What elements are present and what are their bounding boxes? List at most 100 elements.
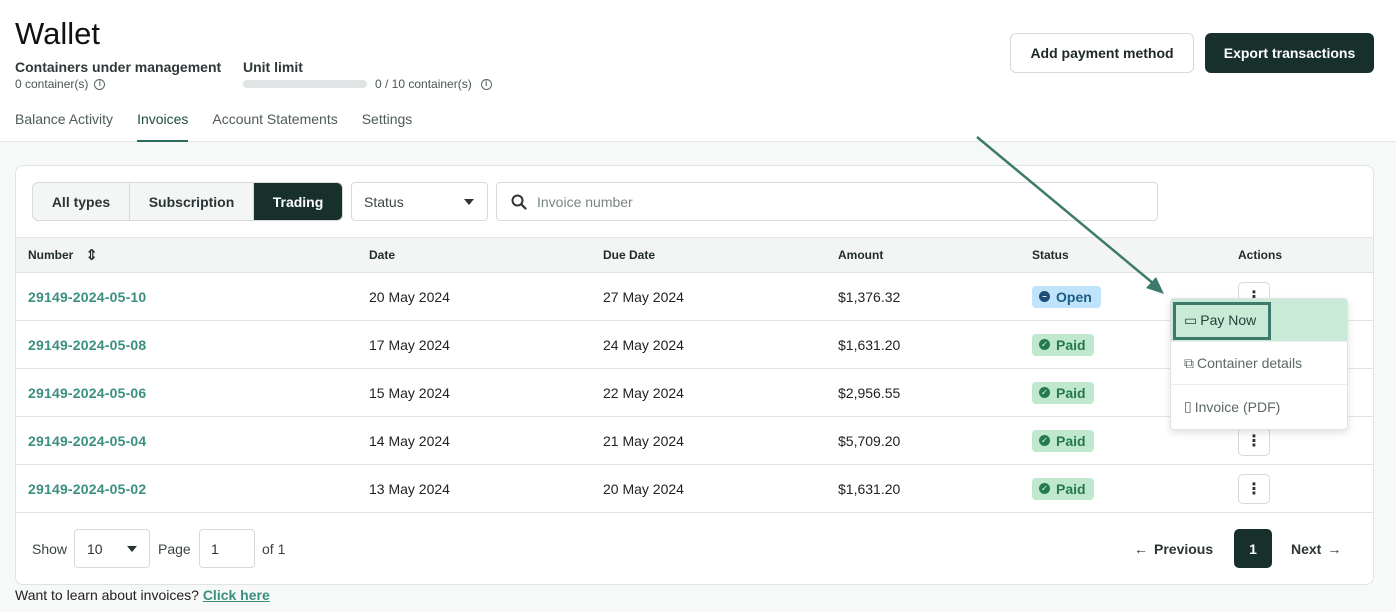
filter-all-types[interactable]: All types — [33, 183, 130, 220]
tab-balance-activity[interactable]: Balance Activity — [15, 111, 113, 142]
status-badge: – Open — [1032, 285, 1101, 308]
tab-account-statements[interactable]: Account Statements — [212, 111, 337, 142]
page-size-value: 10 — [87, 540, 103, 557]
show-label: Show — [32, 541, 68, 557]
invoice-number-link[interactable]: 29149-2024-05-10 — [28, 273, 146, 320]
document-icon: ▯ — [1184, 398, 1192, 414]
table-row: 29149-2024-05-02 13 May 2024 20 May 2024… — [16, 465, 1373, 513]
status-badge-label: Paid — [1056, 432, 1086, 449]
status-badge-label: Paid — [1056, 336, 1086, 353]
column-number-label: Number — [28, 248, 74, 262]
tab-settings[interactable]: Settings — [362, 111, 413, 142]
unit-limit-label: Unit limit — [243, 59, 303, 75]
status-badge: ✓ Paid — [1032, 333, 1094, 356]
unit-limit-count: 0 / 10 container(s) — [375, 77, 472, 91]
more-actions-button[interactable]: ⋮ — [1238, 473, 1270, 504]
invoice-amount: $5,709.20 — [838, 432, 901, 449]
invoice-number-link[interactable]: 29149-2024-05-04 — [28, 417, 146, 464]
info-icon[interactable]: i — [94, 78, 106, 90]
more-actions-button[interactable]: ⋮ — [1238, 425, 1270, 456]
status-badge-label: Open — [1056, 288, 1092, 305]
pagination-bar: Show 10 Page 1 of 1 ← Previous 1 Next → — [16, 513, 1373, 584]
learn-link[interactable]: Click here — [203, 587, 270, 603]
filter-subscription[interactable]: Subscription — [130, 183, 254, 220]
invoice-date: 15 May 2024 — [369, 384, 450, 401]
add-payment-method-button[interactable]: Add payment method — [1010, 33, 1194, 73]
invoice-due-date: 20 May 2024 — [603, 480, 684, 497]
menu-item-container-details[interactable]: ⧉ Container details — [1171, 342, 1347, 385]
invoice-number-input[interactable] — [537, 193, 1137, 210]
page-size-dropdown[interactable]: 10 — [74, 529, 150, 568]
wallet-header: Wallet Containers under management 0 con… — [0, 0, 1396, 142]
menu-item-label: Invoice (PDF) — [1194, 398, 1281, 415]
invoice-number-link[interactable]: 29149-2024-05-08 — [28, 321, 146, 368]
invoice-amount: $1,631.20 — [838, 336, 901, 353]
check-circle-icon: ✓ — [1039, 339, 1050, 350]
invoice-date: 20 May 2024 — [369, 288, 450, 305]
check-circle-icon: ✓ — [1039, 435, 1050, 446]
page-title: Wallet — [15, 16, 100, 51]
invoice-due-date: 22 May 2024 — [603, 384, 684, 401]
column-actions: Actions — [1238, 248, 1283, 262]
containers-count: 0 container(s) — [15, 77, 89, 91]
column-number[interactable]: Number ⇕ — [28, 238, 98, 272]
previous-label: Previous — [1154, 541, 1214, 557]
menu-item-label: Container details — [1197, 355, 1303, 371]
menu-item-label: Pay Now — [1200, 312, 1257, 328]
next-page-button[interactable]: Next → — [1291, 541, 1341, 557]
invoice-due-date: 27 May 2024 — [603, 288, 684, 305]
status-badge: ✓ Paid — [1032, 381, 1094, 404]
filter-trading[interactable]: Trading — [254, 183, 342, 220]
page-button-current[interactable]: 1 — [1234, 529, 1272, 568]
status-cell: ✓ Paid — [1032, 321, 1094, 368]
status-cell: ✓ Paid — [1032, 369, 1094, 416]
invoice-search[interactable] — [496, 182, 1158, 221]
invoice-date: 13 May 2024 — [369, 480, 450, 497]
unit-limit-progress-bar — [243, 80, 367, 88]
status-dropdown[interactable]: Status — [351, 182, 488, 221]
check-circle-icon: ✓ — [1039, 387, 1050, 398]
invoice-amount: $2,956.55 — [838, 384, 901, 401]
invoice-due-date: 24 May 2024 — [603, 336, 684, 353]
learn-text: Want to learn about invoices? — [15, 587, 199, 603]
menu-item-invoice-pdf[interactable]: ▯ Invoice (PDF) — [1171, 385, 1347, 428]
learn-about-invoices: Want to learn about invoices? Click here — [15, 587, 270, 603]
column-due-date: Due Date — [603, 248, 656, 262]
containers-value: 0 container(s) i — [15, 77, 106, 91]
status-badge: ✓ Paid — [1032, 429, 1094, 452]
invoice-date: 17 May 2024 — [369, 336, 450, 353]
invoice-amount: $1,376.32 — [838, 288, 901, 305]
caret-down-icon — [127, 545, 137, 552]
wallet-tabs: Balance Activity Invoices Account Statem… — [15, 111, 436, 142]
export-transactions-button[interactable]: Export transactions — [1205, 33, 1374, 73]
invoice-number-link[interactable]: 29149-2024-05-06 — [28, 369, 146, 416]
page-label: Page — [158, 541, 191, 557]
type-filter: All types Subscription Trading — [32, 182, 343, 221]
card-icon: ▭ — [1184, 311, 1198, 328]
page-total-label: of 1 — [262, 541, 286, 557]
invoice-due-date: 21 May 2024 — [603, 432, 684, 449]
tab-invoices[interactable]: Invoices — [137, 111, 189, 142]
actions-cell: ⋮ — [1238, 465, 1270, 512]
invoice-amount: $1,631.20 — [838, 480, 901, 497]
column-status: Status — [1032, 248, 1069, 262]
invoice-number-link[interactable]: 29149-2024-05-02 — [28, 465, 146, 512]
page-number-input[interactable]: 1 — [199, 529, 255, 568]
status-cell: – Open — [1032, 273, 1101, 320]
external-link-icon: ⧉ — [1184, 354, 1194, 371]
status-cell: ✓ Paid — [1032, 465, 1094, 512]
arrow-left-icon: ← — [1134, 541, 1148, 557]
status-cell: ✓ Paid — [1032, 417, 1094, 464]
info-icon[interactable]: i — [480, 78, 492, 90]
unit-limit-value: 0 / 10 container(s) i — [375, 77, 492, 91]
search-icon — [511, 194, 527, 210]
minus-circle-icon: – — [1039, 291, 1050, 302]
check-circle-icon: ✓ — [1039, 483, 1050, 494]
invoice-date: 14 May 2024 — [369, 432, 450, 449]
previous-page-button[interactable]: ← Previous — [1134, 541, 1213, 557]
row-actions-menu: ▭ Pay Now ⧉ Container details ▯ Invoice … — [1170, 298, 1348, 430]
status-badge-label: Paid — [1056, 384, 1086, 401]
menu-item-pay-now[interactable]: ▭ Pay Now — [1171, 299, 1347, 342]
sort-icon[interactable]: ⇕ — [85, 246, 98, 264]
arrow-right-icon: → — [1327, 541, 1342, 557]
